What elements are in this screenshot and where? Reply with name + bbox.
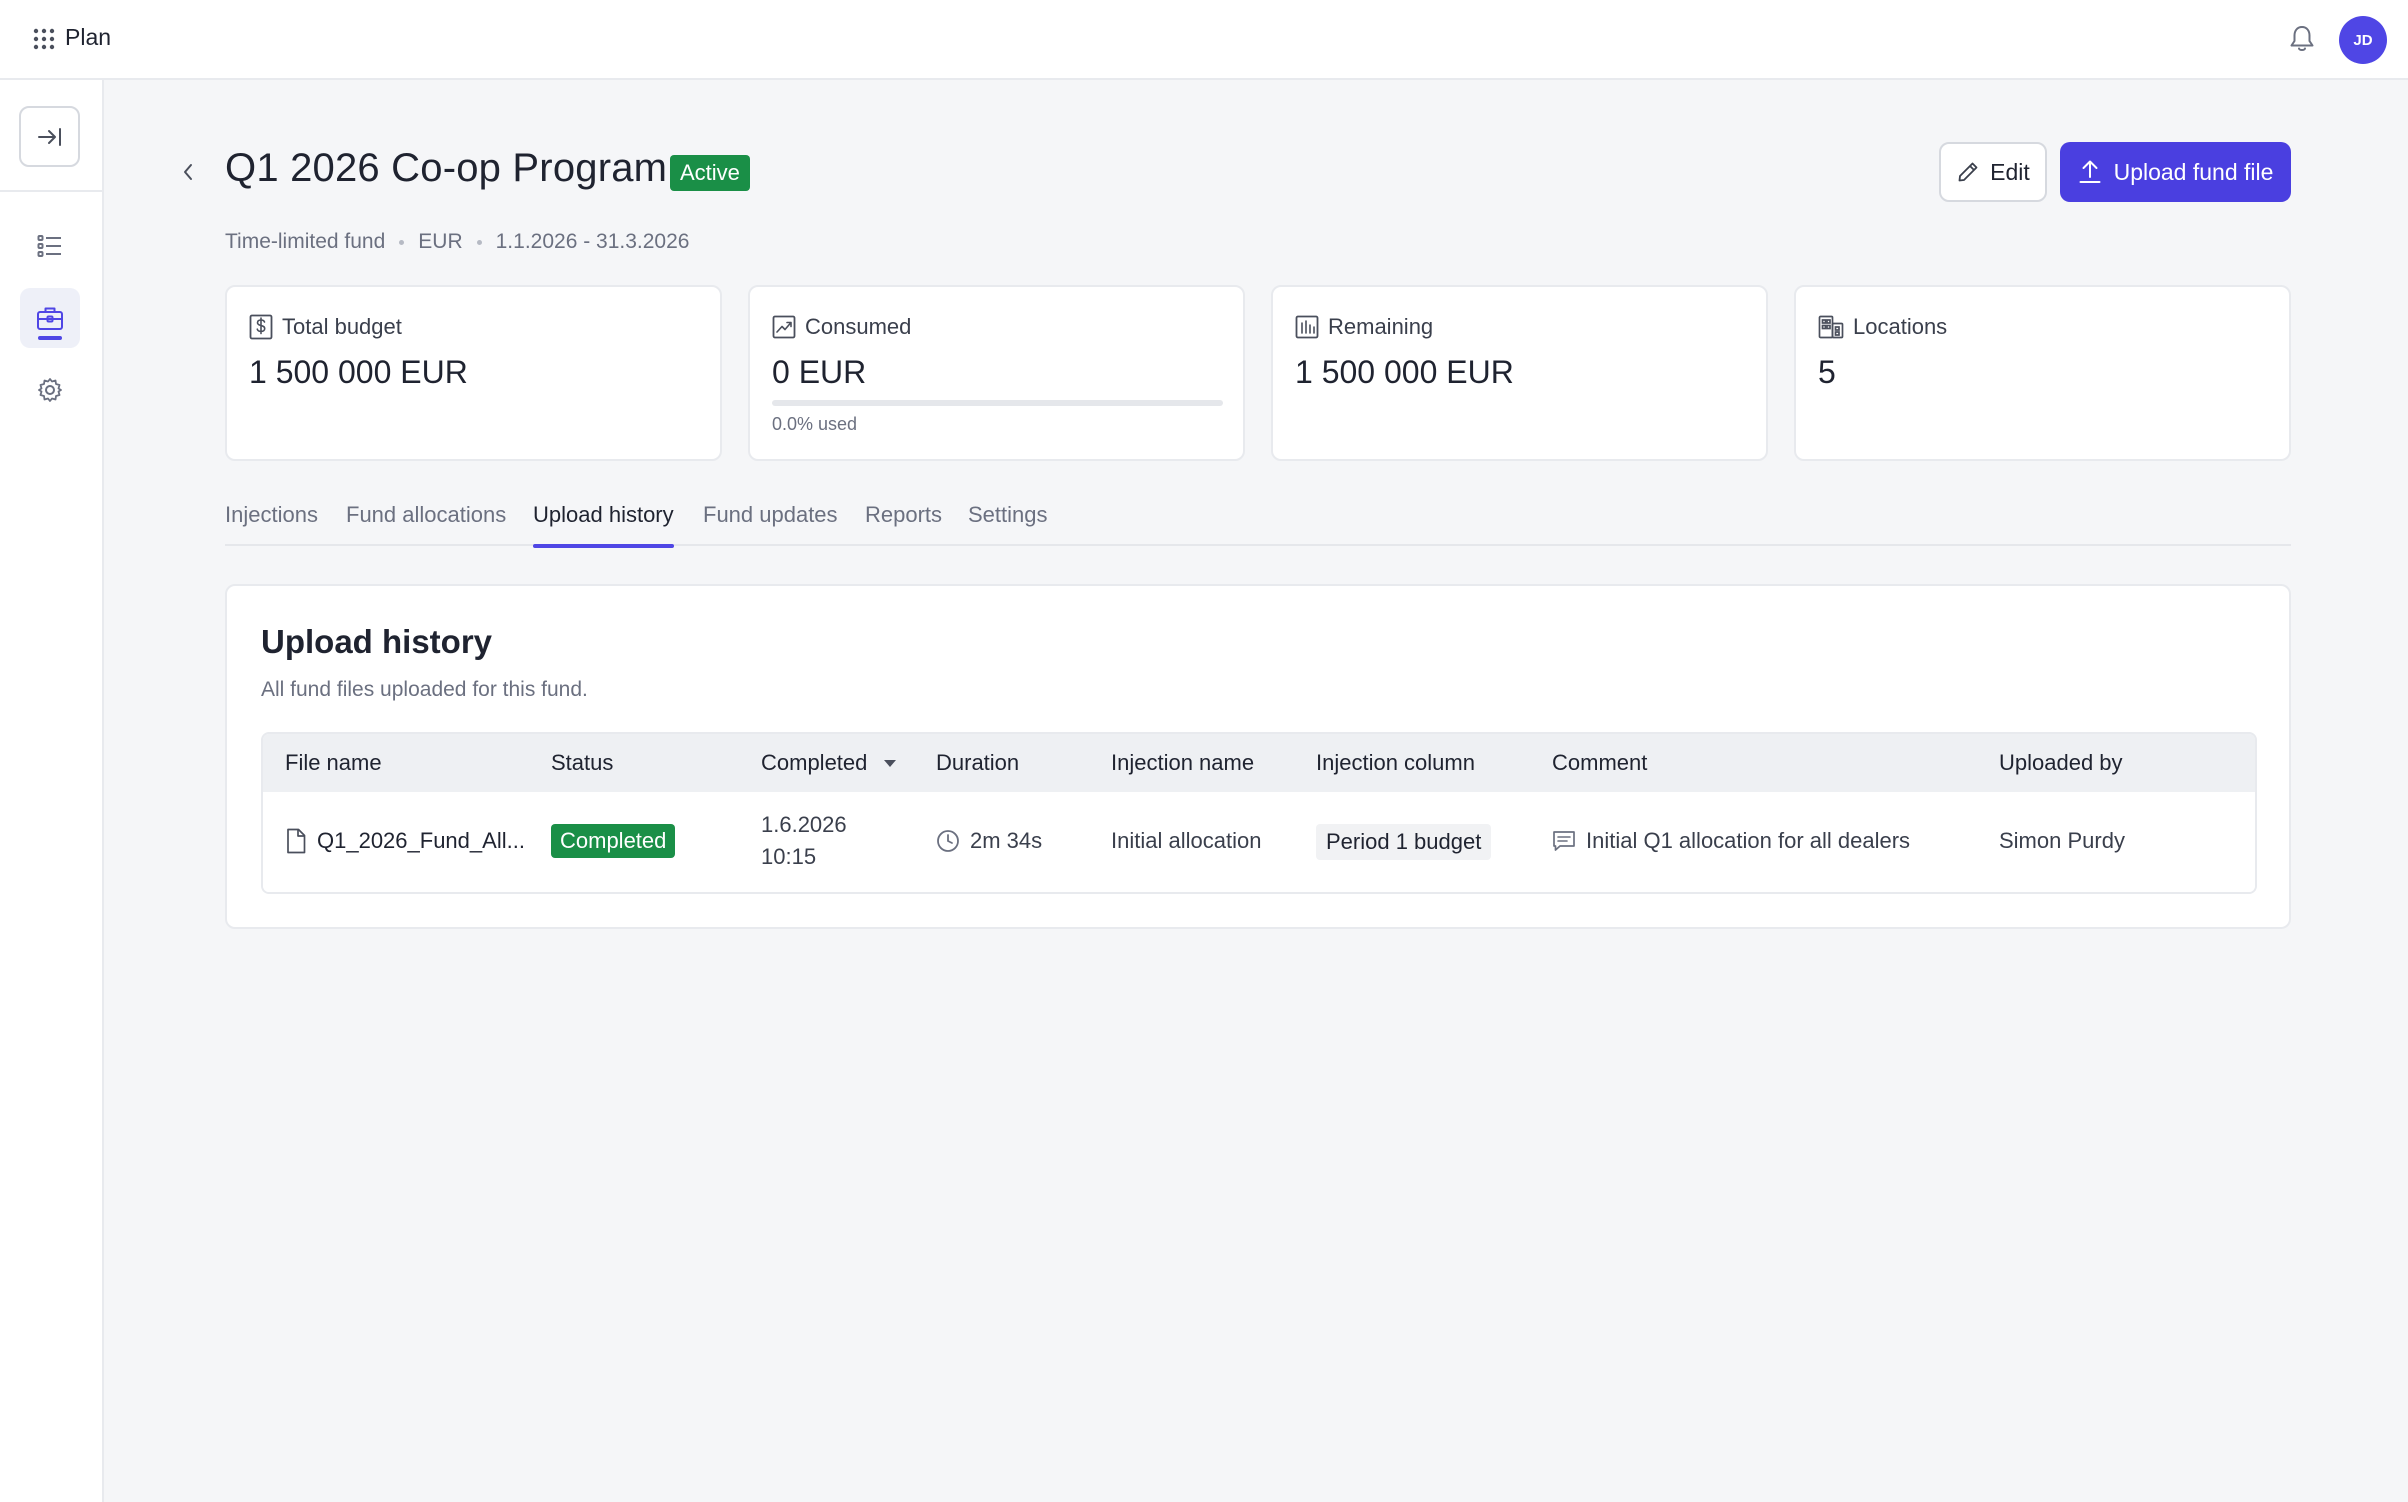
column-header-completed[interactable]: Completed	[761, 750, 897, 776]
pencil-icon	[1956, 160, 1980, 184]
table-row[interactable]: Q1_2026_Fund_All... Completed 1.6.2026 1…	[263, 792, 2255, 892]
stat-label-row: Locations	[1818, 314, 1947, 340]
upload-button-label: Upload fund file	[2113, 158, 2274, 185]
upload-fund-file-button[interactable]: Upload fund file	[2060, 142, 2291, 202]
file-icon	[285, 828, 307, 854]
fund-meta: Time-limited fund EUR 1.1.2026 - 31.3.20…	[225, 230, 689, 254]
stat-value: 1 500 000 EUR	[1295, 354, 1514, 390]
panel-subtitle: All fund files uploaded for this fund.	[261, 678, 588, 701]
column-header: Duration	[936, 750, 1020, 775]
injection-name: Initial allocation	[1111, 828, 1262, 853]
page-title: Q1 2026 Co-op Program	[225, 146, 668, 190]
top-bar: Plan JD	[0, 0, 2408, 80]
apps-grid-icon[interactable]	[33, 28, 55, 50]
arrow-to-right-icon	[37, 126, 63, 148]
stat-label: Total budget	[282, 314, 402, 339]
sidebar-item-list[interactable]	[20, 216, 80, 276]
sidebar-item-funds[interactable]	[20, 288, 80, 348]
fund-date-range: 1.1.2026 - 31.3.2026	[495, 230, 690, 253]
sidebar-item-settings[interactable]	[20, 360, 80, 420]
notifications-bell-icon[interactable]	[2288, 24, 2316, 54]
column-header: Uploaded by	[1999, 750, 2123, 775]
tab-bar: Injections Fund allocations Upload histo…	[225, 498, 2291, 548]
dollar-icon	[249, 314, 273, 340]
file-name[interactable]: Q1_2026_Fund_All...	[317, 828, 525, 854]
stat-card-total-budget: Total budget 1 500 000 EUR	[225, 285, 722, 461]
tab-reports[interactable]: Reports	[865, 502, 942, 546]
completed-status-badge: Completed	[551, 824, 676, 858]
upload-history-table: File name Status Completed Duration Inje…	[261, 732, 2257, 894]
comment-icon	[1552, 830, 1576, 852]
clock-icon	[936, 829, 960, 853]
fund-type: Time-limited fund	[225, 230, 386, 253]
bar-chart-icon	[1295, 315, 1319, 339]
stat-value: 0 EUR	[772, 354, 867, 390]
app-name: Plan	[65, 24, 112, 50]
sidebar	[0, 80, 104, 1502]
stat-card-consumed: Consumed 0 EUR 0.0% used	[748, 285, 1245, 461]
separator-dot	[399, 239, 405, 245]
user-avatar[interactable]: JD	[2339, 16, 2387, 64]
stat-label-row: Remaining	[1295, 314, 1433, 340]
stat-label-row: Consumed	[772, 314, 911, 340]
comment-cell: Initial Q1 allocation for all dealers	[1552, 828, 1910, 854]
list-icon	[37, 234, 63, 258]
trend-icon	[772, 315, 796, 339]
injection-column-cell: Period 1 budget	[1316, 824, 1492, 860]
column-header: Injection name	[1111, 750, 1255, 775]
stat-value: 1 500 000 EUR	[249, 354, 468, 390]
table-header: File name Status Completed Duration Inje…	[263, 734, 2255, 792]
file-name-cell: Q1_2026_Fund_All...	[285, 828, 525, 854]
back-button[interactable]	[176, 158, 200, 186]
completed-time: 10:15	[761, 844, 817, 869]
stat-card-remaining: Remaining 1 500 000 EUR	[1271, 285, 1768, 461]
duration-cell: 2m 34s	[936, 828, 1042, 854]
chevron-left-icon	[181, 162, 195, 182]
stat-card-locations: Locations 5	[1794, 285, 2291, 461]
tab-fund-updates[interactable]: Fund updates	[703, 502, 838, 546]
completed-cell: 1.6.2026 10:15	[761, 812, 847, 870]
duration-value: 2m 34s	[970, 828, 1043, 853]
upload-icon	[2078, 159, 2102, 185]
tab-upload-history[interactable]: Upload history	[533, 502, 674, 548]
separator-dot	[476, 239, 482, 245]
uploaded-by: Simon Purdy	[1999, 828, 2125, 853]
sort-desc-icon	[883, 759, 897, 768]
tab-injections[interactable]: Injections	[225, 502, 318, 546]
fund-currency: EUR	[418, 230, 463, 253]
column-header: File name	[285, 750, 382, 775]
status-cell: Completed	[551, 824, 676, 858]
stat-label-row: Total budget	[249, 314, 402, 340]
tab-settings[interactable]: Settings	[968, 502, 1048, 546]
panel-title: Upload history	[261, 623, 493, 660]
stat-label: Consumed	[805, 314, 912, 339]
gear-icon	[37, 377, 63, 403]
progress-text: 0.0% used	[772, 414, 858, 434]
column-header: Status	[551, 750, 614, 775]
injection-column-chip: Period 1 budget	[1316, 824, 1492, 860]
column-header: Comment	[1552, 750, 1648, 775]
building-icon	[1818, 315, 1844, 339]
edit-button-label: Edit	[1990, 158, 2030, 185]
stat-label: Locations	[1853, 314, 1948, 339]
edit-button[interactable]: Edit	[1939, 142, 2047, 202]
comment-text: Initial Q1 allocation for all dealers	[1586, 828, 1911, 853]
upload-history-panel: Upload history All fund files uploaded f…	[225, 584, 2291, 929]
column-header: Injection column	[1316, 750, 1475, 775]
tab-fund-allocations[interactable]: Fund allocations	[346, 502, 506, 546]
sidebar-divider	[0, 190, 102, 192]
stat-label: Remaining	[1328, 314, 1434, 339]
expand-sidebar-button[interactable]	[19, 106, 80, 167]
consumed-progress-bar	[772, 400, 1223, 406]
completed-date: 1.6.2026	[761, 812, 847, 837]
stat-value: 5	[1818, 354, 1836, 390]
status-badge: Active	[670, 155, 750, 191]
column-header-label: Completed	[761, 750, 868, 775]
briefcase-icon	[36, 305, 64, 331]
